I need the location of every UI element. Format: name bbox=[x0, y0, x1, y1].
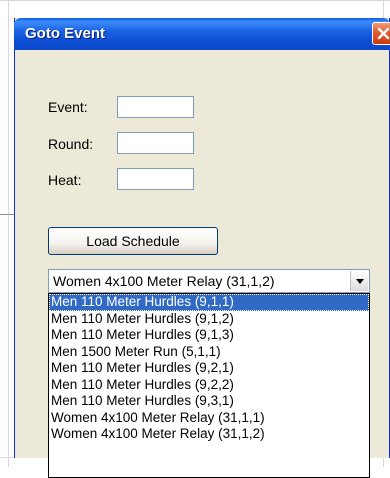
close-icon bbox=[377, 27, 390, 40]
event-label: Event: bbox=[48, 99, 88, 115]
select-arrow-button[interactable] bbox=[350, 271, 368, 291]
heat-label: Heat: bbox=[48, 172, 82, 188]
dropdown-item[interactable]: Men 110 Meter Hurdles (9,2,1) bbox=[49, 360, 369, 377]
round-input[interactable] bbox=[117, 132, 194, 154]
dropdown-item[interactable]: Men 110 Meter Hurdles (9,1,2) bbox=[49, 311, 369, 328]
frame-border-top bbox=[0, 0, 390, 1]
dropdown-item[interactable]: Men 110 Meter Hurdles (9,2,2) bbox=[49, 377, 369, 394]
close-button[interactable] bbox=[372, 22, 390, 45]
event-schedule-select[interactable]: Women 4x100 Meter Relay (31,1,2) bbox=[48, 269, 370, 293]
window-title: Goto Event bbox=[25, 25, 106, 42]
dropdown-list[interactable]: Men 110 Meter Hurdles (9,1,1) Men 110 Me… bbox=[48, 293, 370, 478]
dropdown-item[interactable]: Men 1500 Meter Run (5,1,1) bbox=[49, 344, 369, 361]
frame-divider-left bbox=[0, 214, 14, 215]
round-label: Round: bbox=[48, 136, 94, 152]
load-schedule-button[interactable]: Load Schedule bbox=[48, 227, 218, 255]
event-input[interactable] bbox=[117, 96, 194, 118]
frame-border-left bbox=[8, 0, 9, 467]
dropdown-item[interactable]: Men 110 Meter Hurdles (9,1,1) bbox=[49, 294, 369, 311]
dropdown-item[interactable]: Men 110 Meter Hurdles (9,1,3) bbox=[49, 327, 369, 344]
dropdown-item[interactable]: Men 110 Meter Hurdles (9,3,1) bbox=[49, 393, 369, 410]
chevron-down-icon bbox=[356, 279, 364, 284]
goto-event-dialog: Goto Event Event: Round: Heat: Load Sche… bbox=[14, 18, 390, 478]
select-current-value: Women 4x100 Meter Relay (31,1,2) bbox=[53, 273, 275, 289]
heat-input[interactable] bbox=[117, 168, 194, 190]
dropdown-item[interactable]: Women 4x100 Meter Relay (31,1,2) bbox=[49, 426, 369, 443]
title-bar[interactable]: Goto Event bbox=[14, 18, 390, 50]
dropdown-item[interactable]: Women 4x100 Meter Relay (31,1,1) bbox=[49, 410, 369, 427]
